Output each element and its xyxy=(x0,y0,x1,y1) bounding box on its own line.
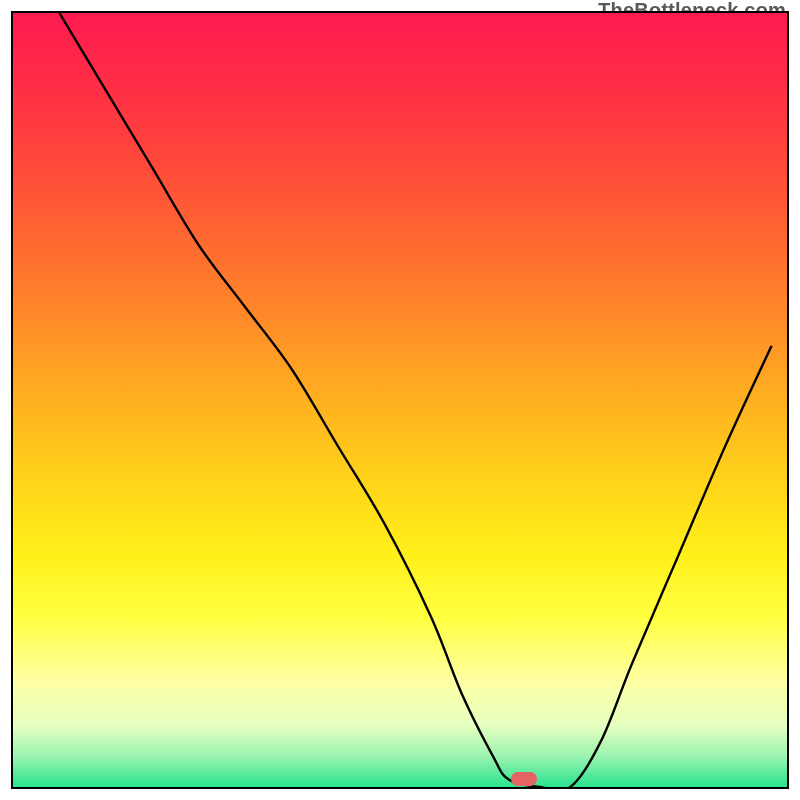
curve-layer xyxy=(13,13,787,787)
optimal-marker xyxy=(511,772,537,786)
plot-area xyxy=(11,11,789,789)
chart-container: TheBottleneck.com xyxy=(0,0,800,800)
bottleneck-curve xyxy=(59,13,771,787)
